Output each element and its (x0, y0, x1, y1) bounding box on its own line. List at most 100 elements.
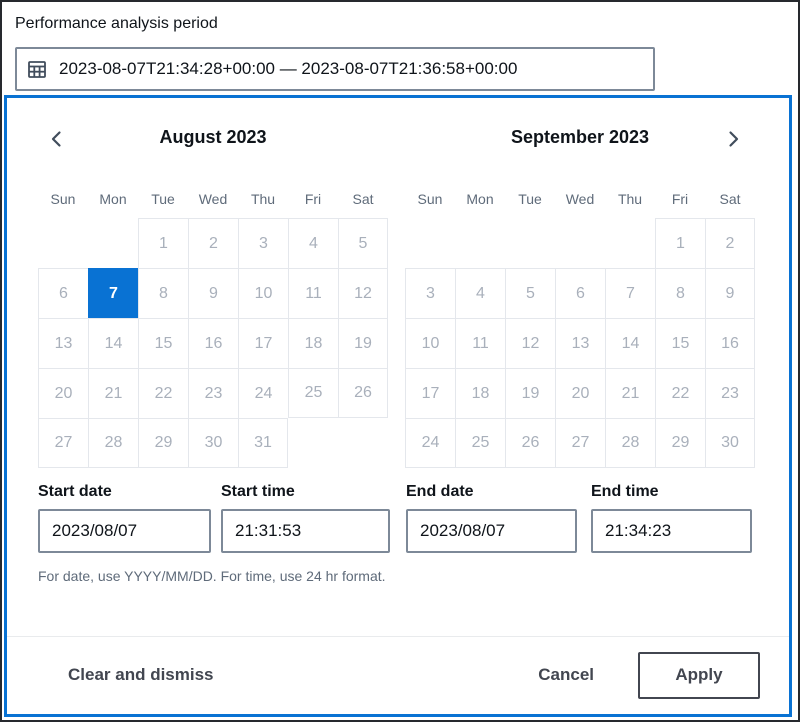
calendar-day-august-17[interactable]: 17 (238, 318, 288, 368)
calendar-day-september-9[interactable]: 9 (705, 268, 755, 318)
calendar-day-september-1[interactable]: 1 (655, 218, 705, 268)
calendar-day-august-13[interactable]: 13 (38, 318, 88, 368)
field-label: Performance analysis period (15, 15, 218, 33)
calendar-day-august-11[interactable]: 11 (288, 268, 338, 318)
weekday-label: Sun (405, 186, 455, 212)
calendar-day-august-24[interactable]: 24 (238, 368, 288, 418)
calendar-day-august-2[interactable]: 2 (188, 218, 238, 268)
calendar-empty-cell (288, 418, 338, 468)
calendar-grid: 1234567891011121314151617181920212223242… (38, 218, 388, 468)
cancel-button[interactable]: Cancel (538, 665, 594, 685)
calendar-day-september-19[interactable]: 19 (505, 368, 555, 418)
calendar-day-september-22[interactable]: 22 (655, 368, 705, 418)
start-time-group: Start time (221, 483, 390, 553)
calendar-day-august-3[interactable]: 3 (238, 218, 288, 268)
calendar-day-august-27[interactable]: 27 (38, 418, 88, 468)
end-time-group: End time (591, 483, 752, 553)
start-time-label: Start time (221, 483, 390, 501)
calendar-day-september-11[interactable]: 11 (455, 318, 505, 368)
calendar-day-september-28[interactable]: 28 (605, 418, 655, 468)
calendar-day-august-15[interactable]: 15 (138, 318, 188, 368)
weekday-row: SunMonTueWedThuFriSat (405, 186, 755, 212)
month-title: August 2023 (38, 127, 388, 151)
calendar-day-september-5[interactable]: 5 (505, 268, 555, 318)
calendar-day-august-30[interactable]: 30 (188, 418, 238, 468)
calendar-day-september-18[interactable]: 18 (455, 368, 505, 418)
calendar-day-september-27[interactable]: 27 (555, 418, 605, 468)
date-range-popup: August 2023 SunMonTueWedThuFriSat 123456… (4, 95, 792, 717)
calendar-day-august-7[interactable]: 7 (88, 268, 138, 318)
weekday-label: Thu (238, 186, 288, 212)
weekday-label: Fri (288, 186, 338, 212)
month-title: September 2023 (405, 127, 755, 151)
calendar-day-august-19[interactable]: 19 (338, 318, 388, 368)
calendar-day-august-18[interactable]: 18 (288, 318, 338, 368)
calendar-empty-cell (605, 218, 655, 268)
start-time-input[interactable] (221, 509, 390, 553)
format-hint: For date, use YYYY/MM/DD. For time, use … (38, 568, 386, 584)
calendar-day-august-6[interactable]: 6 (38, 268, 88, 318)
calendar-day-september-4[interactable]: 4 (455, 268, 505, 318)
calendar-day-august-23[interactable]: 23 (188, 368, 238, 418)
calendar-day-august-9[interactable]: 9 (188, 268, 238, 318)
calendar-day-august-16[interactable]: 16 (188, 318, 238, 368)
end-date-input[interactable] (406, 509, 577, 553)
calendar-day-august-10[interactable]: 10 (238, 268, 288, 318)
apply-button[interactable]: Apply (638, 652, 760, 699)
calendar-empty-cell (38, 218, 88, 268)
start-date-input[interactable] (38, 509, 211, 553)
calendar-day-september-24[interactable]: 24 (405, 418, 455, 468)
calendar-grid: 1234567891011121314151617181920212223242… (405, 218, 755, 468)
calendar-day-august-31[interactable]: 31 (238, 418, 288, 468)
calendar-day-september-29[interactable]: 29 (655, 418, 705, 468)
calendar-day-august-5[interactable]: 5 (338, 218, 388, 268)
weekday-label: Mon (455, 186, 505, 212)
weekday-label: Wed (555, 186, 605, 212)
calendar-day-september-8[interactable]: 8 (655, 268, 705, 318)
calendar-day-september-10[interactable]: 10 (405, 318, 455, 368)
calendar-day-september-13[interactable]: 13 (555, 318, 605, 368)
calendar-day-august-4[interactable]: 4 (288, 218, 338, 268)
calendar-day-august-22[interactable]: 22 (138, 368, 188, 418)
footer-actions: Cancel Apply (538, 652, 760, 699)
calendar-day-september-15[interactable]: 15 (655, 318, 705, 368)
calendar-day-august-25[interactable]: 25 (288, 368, 338, 418)
calendar-day-september-25[interactable]: 25 (455, 418, 505, 468)
end-date-group: End date (406, 483, 577, 553)
calendar-day-september-6[interactable]: 6 (555, 268, 605, 318)
weekday-label: Fri (655, 186, 705, 212)
calendar-empty-cell (338, 418, 388, 468)
weekday-label: Tue (505, 186, 555, 212)
calendar-day-september-7[interactable]: 7 (605, 268, 655, 318)
calendar-day-august-21[interactable]: 21 (88, 368, 138, 418)
calendar-day-august-8[interactable]: 8 (138, 268, 188, 318)
calendar-day-august-26[interactable]: 26 (338, 368, 388, 418)
calendar-day-september-26[interactable]: 26 (505, 418, 555, 468)
calendar-day-september-30[interactable]: 30 (705, 418, 755, 468)
calendar-day-september-14[interactable]: 14 (605, 318, 655, 368)
date-range-trigger-input[interactable]: 2023-08-07T21:34:28+00:00 — 2023-08-07T2… (15, 47, 655, 91)
calendar-day-september-12[interactable]: 12 (505, 318, 555, 368)
calendar-day-august-14[interactable]: 14 (88, 318, 138, 368)
calendar-day-august-28[interactable]: 28 (88, 418, 138, 468)
calendar-day-september-17[interactable]: 17 (405, 368, 455, 418)
calendar-day-september-20[interactable]: 20 (555, 368, 605, 418)
calendar-day-august-1[interactable]: 1 (138, 218, 188, 268)
calendar-day-september-21[interactable]: 21 (605, 368, 655, 418)
weekday-label: Tue (138, 186, 188, 212)
weekday-label: Sat (338, 186, 388, 212)
start-date-group: Start date (38, 483, 211, 553)
calendar-day-september-23[interactable]: 23 (705, 368, 755, 418)
calendar-day-september-16[interactable]: 16 (705, 318, 755, 368)
weekday-label: Wed (188, 186, 238, 212)
calendar-day-august-12[interactable]: 12 (338, 268, 388, 318)
calendar-day-september-2[interactable]: 2 (705, 218, 755, 268)
clear-and-dismiss-button[interactable]: Clear and dismiss (68, 665, 214, 685)
calendar-day-september-3[interactable]: 3 (405, 268, 455, 318)
calendar-day-august-29[interactable]: 29 (138, 418, 188, 468)
calendar-day-august-20[interactable]: 20 (38, 368, 88, 418)
end-time-input[interactable] (591, 509, 752, 553)
weekday-label: Thu (605, 186, 655, 212)
start-date-label: Start date (38, 483, 211, 501)
calendar-empty-cell (555, 218, 605, 268)
